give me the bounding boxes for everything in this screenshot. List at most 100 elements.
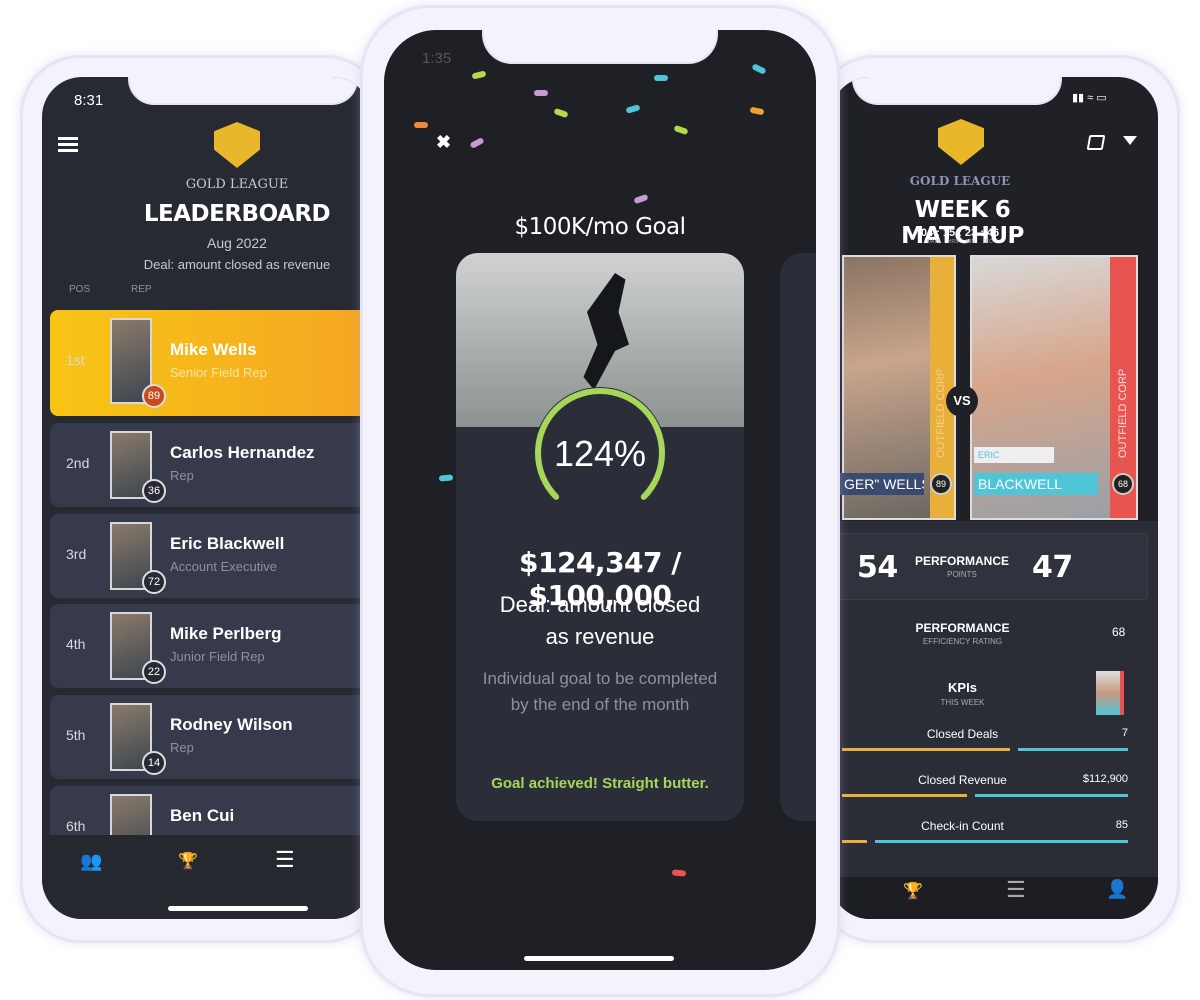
kpi-bar-left [842, 840, 867, 843]
goal-title: $100K/mo Goal [514, 214, 686, 240]
score-badge: 89 [142, 384, 166, 408]
efficiency-value: 68 [1112, 625, 1126, 639]
player-first-name: ERIC [974, 447, 1054, 463]
countdown-hrs: 15 [942, 227, 956, 239]
score-badge: 14 [142, 751, 166, 775]
score-badge: 89 [930, 473, 952, 495]
league-label: GOLD LEAGUE [909, 174, 1011, 188]
opponent-thumbnail[interactable] [1096, 671, 1124, 715]
score-badge: 36 [142, 479, 166, 503]
countdown-label-hrs: HRS [947, 239, 959, 245]
kpi-value: 7 [1121, 727, 1128, 739]
countdown-days: 04 [920, 227, 934, 239]
player-card-left[interactable]: OUTFIELD CORP GER" WELLS 89 [840, 255, 956, 520]
kpi-label: Closed Revenue [918, 773, 1007, 787]
page-title: LEADERBOARD [143, 201, 331, 227]
metric-line-1: Deal: amount closed [499, 592, 701, 617]
bottom-nav: 👥 🏆 ☰ [42, 835, 372, 919]
points-panel: 54 PERFORMANCE POINTS 47 [836, 533, 1148, 600]
goal-card[interactable]: 124% $124,347 / $100,000 Deal: amount cl… [456, 253, 744, 821]
countdown-min: 23 [964, 227, 978, 239]
row-position: 4th [66, 636, 86, 652]
team-name: OUTFIELD CORP [1117, 368, 1129, 458]
status-time: 1:35 [422, 50, 452, 67]
kpi-label: Check-in Count [921, 819, 1004, 833]
trophy-icon[interactable]: 🏆 [178, 851, 198, 871]
notch [482, 30, 718, 64]
period: Aug 2022 [207, 235, 267, 251]
confetti-piece [438, 474, 454, 482]
rep-role: Account Executive [170, 559, 277, 574]
rulebook-icon[interactable] [1086, 135, 1106, 150]
closers-logo [214, 122, 260, 168]
confetti-piece [625, 104, 641, 114]
rep-role: Senior Field Rep [170, 365, 267, 380]
home-indicator [168, 906, 308, 911]
team-icon[interactable]: 👥 [80, 851, 102, 872]
confetti-piece [471, 70, 487, 80]
rep-name: Rodney Wilson [170, 715, 293, 734]
metric-line-2: as revenue [545, 624, 655, 649]
countdown: 04 : 15 : 23 : 46 DAYS HRS MIN SEC [920, 227, 1000, 245]
player-name: BLACKWELL [974, 473, 1098, 495]
kpi-bar-right [874, 840, 1128, 843]
bottom-nav: 🏆 ☰ 👤 [830, 877, 1158, 919]
kpis-label: KPIs [948, 680, 977, 695]
row-position: 5th [66, 727, 86, 743]
points-sub: POINTS [947, 570, 977, 579]
confetti-piece [749, 106, 765, 116]
right-phone-screen: ▮▮ ≈ ▭ GOLD LEAGUE WEEK 6 MATCHUP 04 : 1… [830, 77, 1158, 919]
kpi-bar-left [842, 794, 967, 797]
row-position: 1st [66, 352, 85, 368]
leaderboard-row[interactable]: 3rd 72 Eric Blackwell Account Executive [50, 514, 372, 598]
kpi-bar-left [842, 748, 1010, 751]
countdown-label-sec: SEC [982, 239, 993, 245]
kpi-bar-right [1017, 748, 1128, 751]
kpi-label: Closed Deals [926, 727, 999, 741]
notch [128, 77, 358, 105]
rep-name: Carlos Hernandez [170, 443, 315, 462]
rep-role: Rep [170, 468, 194, 483]
leaderboard-row[interactable]: 4th 22 Mike Perlberg Junior Field Rep [50, 604, 372, 688]
score-badge: 68 [1112, 473, 1134, 495]
rep-name: Ben Cui [170, 806, 235, 825]
middle-phone-screen: 1:35 ✖ $100K/mo Goal 124% $124,347 / $10… [384, 30, 816, 970]
confetti-piece [553, 107, 569, 119]
home-indicator [524, 956, 674, 961]
leaderboard-row[interactable]: 2nd 36 Carlos Hernandez Rep [50, 423, 372, 507]
menu-icon[interactable] [58, 137, 78, 152]
points-label: PERFORMANCE [914, 554, 1009, 568]
status-time: 8:31 [74, 92, 104, 109]
goal-description: Individual goal to be completed by the e… [482, 669, 718, 714]
closers-logo [938, 119, 984, 165]
column-pos: POS [69, 284, 91, 295]
countdown-sec: 46 [986, 227, 1000, 239]
success-message: Goal achieved! Straight butter. [491, 775, 709, 792]
rep-name: Eric Blackwell [170, 534, 285, 553]
player-card-right[interactable]: OUTFIELD CORP ERIC BLACKWELL 68 [970, 255, 1138, 520]
leaderboard-row[interactable]: 5th 14 Rodney Wilson Rep [50, 695, 372, 779]
points-left: 54 [857, 550, 898, 585]
filter-icon[interactable] [1123, 136, 1137, 145]
kpi-value: 85 [1115, 819, 1128, 831]
list-icon[interactable]: ☰ [275, 847, 295, 873]
row-position: 3rd [66, 546, 87, 562]
trophy-icon[interactable]: 🏆 [903, 881, 923, 901]
points-right: 47 [1032, 550, 1073, 585]
kpis-sub: THIS WEEK [940, 698, 985, 707]
rep-role: Junior Field Rep [170, 649, 265, 664]
profile-icon[interactable]: 👤 [1106, 879, 1128, 900]
leaderboard-row[interactable]: 1st 89 Mike Wells Senior Field Rep [50, 310, 372, 416]
status-icons: ▮▮ ≈ ▭ [1072, 92, 1107, 104]
progress-percent: 124% [553, 433, 647, 474]
rep-name: Mike Wells [170, 340, 257, 359]
close-icon[interactable]: ✖ [436, 132, 451, 153]
vs-badge: VS [946, 385, 978, 417]
list-icon[interactable]: ☰ [1006, 877, 1026, 903]
row-position: 2nd [66, 455, 90, 471]
next-goal-card-peek[interactable] [780, 253, 816, 821]
confetti-piece [751, 63, 767, 75]
confetti-piece [534, 90, 548, 96]
confetti-piece [633, 193, 649, 205]
confetti-piece [414, 122, 428, 128]
